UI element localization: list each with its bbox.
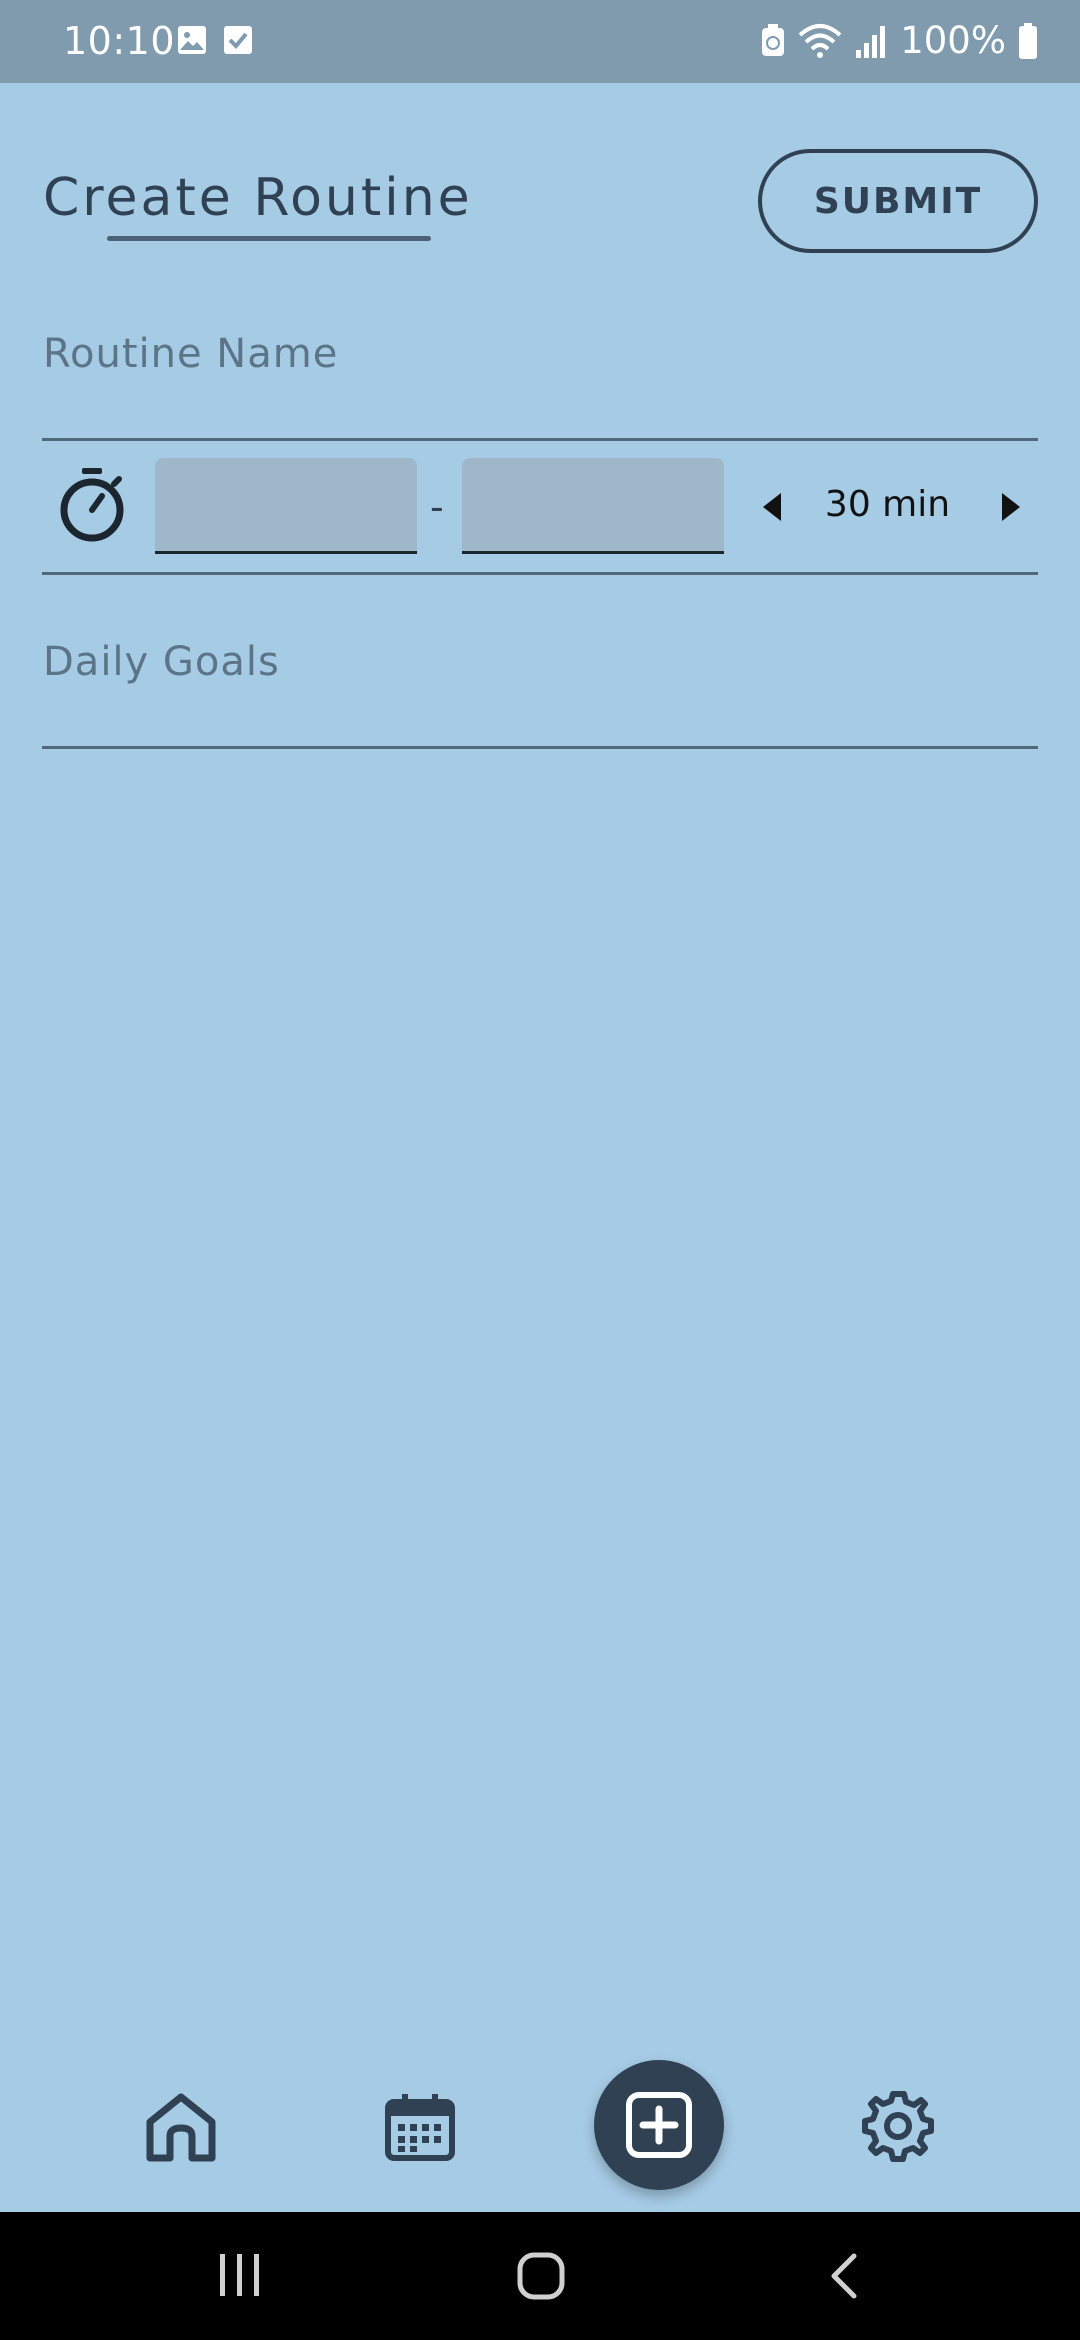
home-system-icon[interactable]	[517, 2252, 565, 2300]
signal-icon	[856, 26, 886, 58]
start-time-input[interactable]	[155, 458, 417, 554]
calendar-icon[interactable]	[384, 2092, 456, 2162]
end-time-input[interactable]	[462, 458, 724, 554]
system-status-icons: 100%	[760, 17, 1038, 65]
timer-icon	[60, 468, 124, 542]
notification-icons	[177, 25, 253, 55]
routine-name-input[interactable]: Routine Name	[43, 327, 338, 381]
daily-goals-underline	[42, 746, 1038, 749]
routine-name-underline	[42, 438, 1038, 441]
battery-saver-icon	[762, 24, 785, 56]
settings-icon[interactable]	[862, 2090, 934, 2162]
status-bar: 10:10 100%	[0, 0, 1080, 83]
battery-percentage: 100%	[900, 19, 1006, 62]
decrease-duration-icon[interactable]	[763, 493, 781, 521]
home-icon[interactable]	[144, 2092, 218, 2162]
increase-duration-icon[interactable]	[1002, 493, 1020, 521]
recent-apps-icon[interactable]	[218, 2252, 262, 2298]
time-row-underline	[42, 572, 1038, 575]
gallery-icon	[178, 26, 206, 54]
duration-value: 30 min	[824, 484, 951, 525]
system-nav-bar	[0, 2212, 1080, 2340]
add-icon	[626, 2092, 692, 2158]
check-square-icon	[224, 26, 252, 54]
wifi-icon	[798, 24, 842, 58]
submit-button[interactable]: SUBMIT	[758, 149, 1038, 253]
status-time: 10:10	[63, 19, 176, 63]
time-separator: -	[430, 485, 444, 529]
add-routine-button[interactable]	[594, 2060, 724, 2190]
back-icon[interactable]	[828, 2252, 860, 2300]
title-underline	[107, 236, 431, 241]
page-title: Create Routine	[43, 168, 473, 228]
battery-icon	[1019, 23, 1037, 59]
daily-goals-input[interactable]: Daily Goals	[43, 635, 280, 689]
